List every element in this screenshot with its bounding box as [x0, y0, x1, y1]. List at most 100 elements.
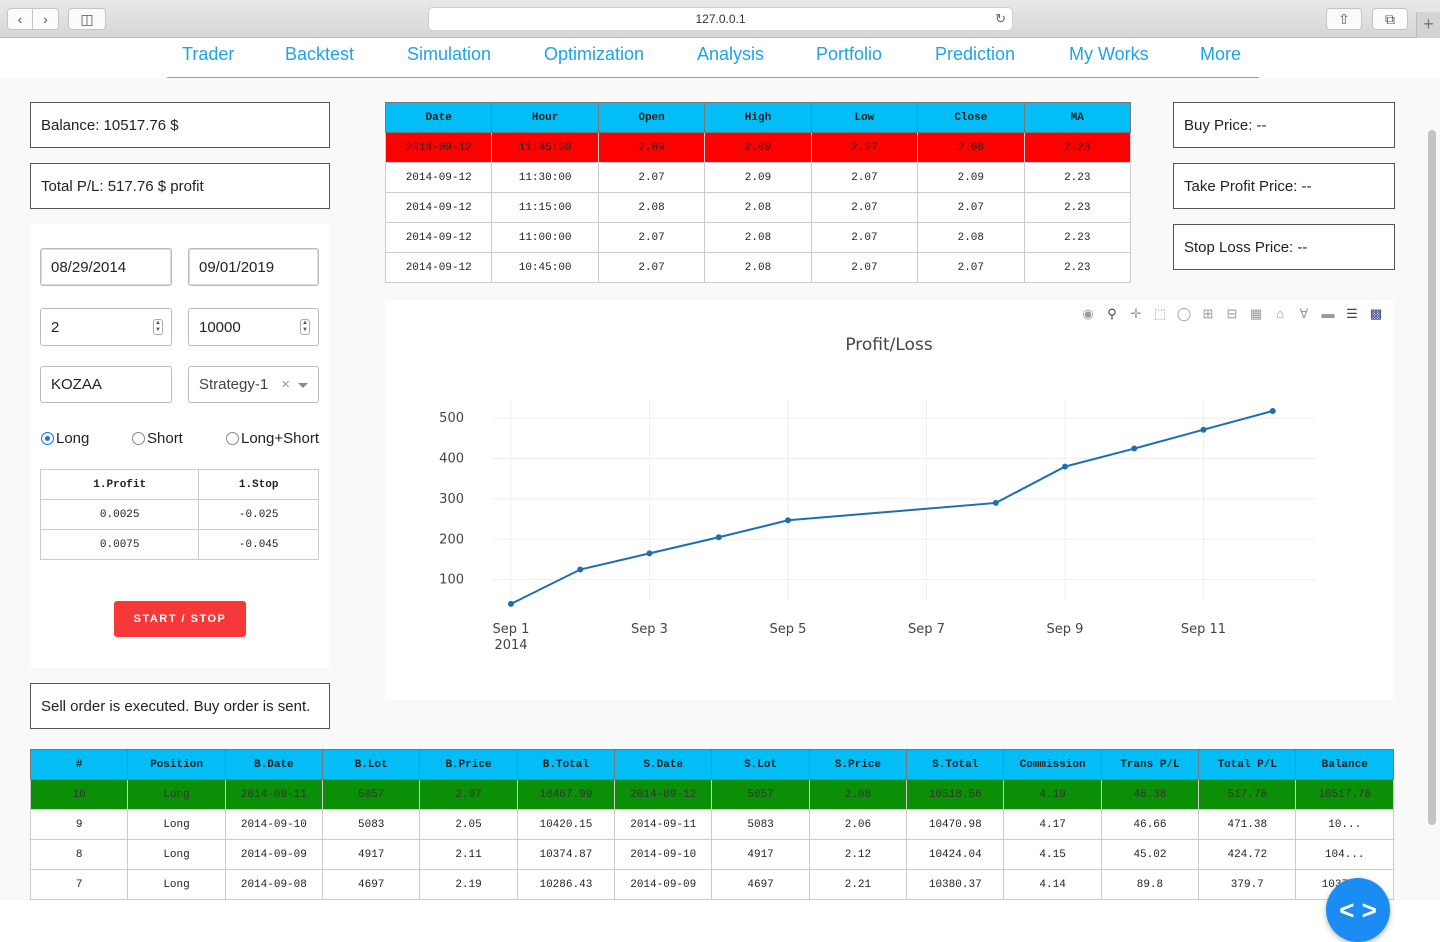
table-cell: 8 [29, 839, 129, 870]
strategy-select[interactable]: Strategy-1 × [188, 366, 319, 403]
y-tick-label: 400 [439, 452, 464, 467]
status-message: Sell order is executed. Buy order is sen… [41, 697, 311, 715]
clear-icon[interactable]: × [281, 376, 290, 393]
box-select-icon[interactable]: ⬚ [1150, 306, 1170, 322]
scrollbar[interactable] [1428, 130, 1436, 825]
stepper-arrows-icon[interactable]: ▲ ▼ [300, 319, 310, 335]
table-cell: -0.045 [198, 529, 319, 560]
trades-header: S.Date [614, 749, 713, 780]
table-cell: 2.07 [597, 222, 706, 253]
lot-stepper[interactable]: 2 ▲ ▼ [40, 308, 172, 346]
chevron-down-icon[interactable] [298, 383, 308, 388]
trades-header: B.Total [516, 749, 616, 780]
radio-short[interactable]: Short [132, 430, 183, 447]
plotly-logo-icon[interactable]: ▩ [1366, 306, 1386, 322]
back-icon[interactable]: ‹ [7, 8, 33, 30]
trades-header: S.Total [906, 749, 1005, 780]
y-tick-label: 300 [439, 492, 464, 507]
profit-loss-chart[interactable]: Profit/Loss 100 200 300 400 500 Sep 1 2014 Sep 3… [385, 300, 1394, 700]
trades-header: B.Date [224, 749, 324, 780]
nav-portfolio[interactable]: Portfolio [816, 44, 882, 65]
table-cell: 2.09 [704, 162, 812, 193]
take-profit-box: Take Profit Price: -- [1173, 163, 1395, 209]
nav-analysis[interactable]: Analysis [697, 44, 764, 65]
url-bar[interactable]: 127.0.0.1 ↻ [428, 7, 1013, 31]
nav-more[interactable]: More [1200, 44, 1241, 65]
table-cell: 46.38 [1100, 779, 1200, 810]
radio-long-short[interactable]: Long+Short [226, 430, 319, 447]
table-cell: 9 [29, 809, 129, 840]
code-icon[interactable]: < > [1326, 878, 1390, 942]
data-point [508, 600, 514, 607]
total-pl-text: Total P/L: 517.76 $ profit [41, 177, 204, 195]
table-cell: 11:45:00 [491, 132, 599, 163]
table-row: 10 Long 2014-09-11 5057 2.07 10467.99 2014-09-… [29, 779, 1394, 810]
forward-icon[interactable]: › [33, 8, 59, 30]
table-cell: 10286.43 [516, 869, 616, 900]
data-point [785, 517, 791, 524]
radio-dot-icon[interactable] [226, 432, 239, 445]
hover-compare-icon[interactable]: ☰ [1342, 306, 1362, 322]
x-tick-label: Sep 11 [1181, 622, 1226, 637]
tabs-icon[interactable]: ⧉ [1372, 8, 1408, 30]
camera-icon[interactable]: ◉ [1078, 306, 1098, 322]
home-icon[interactable]: ⌂ [1270, 306, 1290, 322]
reload-icon[interactable]: ↻ [995, 8, 1006, 30]
radio-dot-icon[interactable] [41, 432, 54, 445]
table-cell: 2.08 [704, 222, 812, 253]
x-tick-label: Sep 5 [770, 622, 807, 637]
table-cell: 11:15:00 [491, 192, 599, 223]
lot-value: 2 [51, 318, 60, 336]
data-point [1062, 463, 1068, 470]
table-cell: 2014-09-11 [614, 809, 713, 840]
price-header: MA [1023, 102, 1132, 133]
price-header: Close [917, 102, 1025, 133]
table-cell: 2014-09-12 [614, 779, 713, 810]
nav-prediction[interactable]: Prediction [935, 44, 1015, 65]
table-cell: 2.12 [808, 839, 908, 870]
table-cell: 7 [29, 869, 129, 900]
table-cell: 2014-09-12 [384, 162, 493, 193]
y-tick-label: 200 [439, 532, 464, 547]
x-tick-label: Sep 1 [493, 622, 530, 637]
new-tab-icon[interactable]: + [1416, 12, 1440, 38]
start-stop-button[interactable]: START / STOP [114, 601, 246, 637]
sidebar-icon[interactable]: ◫ [68, 8, 106, 30]
table-cell: 104... [1295, 839, 1394, 870]
hover-closest-icon[interactable]: ▬ [1318, 306, 1338, 322]
strategy-value: Strategy-1 [199, 376, 269, 393]
stepper-arrows-icon[interactable]: ▲ ▼ [153, 319, 163, 335]
trades-header: # [29, 749, 129, 780]
data-point [1200, 426, 1207, 433]
symbol-input[interactable]: KOZAA [40, 366, 172, 403]
nav-trader[interactable]: Trader [182, 44, 234, 65]
nav-backtest[interactable]: Backtest [285, 44, 354, 65]
table-cell: 2.08 [808, 779, 908, 810]
table-cell: 2014-09-12 [384, 222, 493, 253]
lasso-icon[interactable]: ◯ [1174, 306, 1194, 322]
spike-icon[interactable]: ∀ [1294, 306, 1314, 322]
start-date-input[interactable]: 08/29/2014 [40, 248, 172, 286]
radio-long[interactable]: Long [41, 430, 89, 447]
share-icon[interactable]: ⇧ [1326, 8, 1362, 30]
autoscale-icon[interactable]: ▦ [1246, 306, 1266, 322]
pan-icon[interactable]: ✛ [1126, 306, 1146, 322]
end-date-input[interactable]: 09/01/2019 [188, 248, 319, 286]
price-header: High [704, 102, 812, 133]
table-cell: 89.8 [1100, 869, 1200, 900]
table-cell: 2.07 [810, 252, 919, 283]
zoom-icon[interactable]: ⚲ [1102, 306, 1122, 322]
table-cell: 4917 [711, 839, 810, 870]
zoom-out-icon[interactable]: ⊟ [1222, 306, 1242, 322]
price-table: Date Hour Open High Low Close MA 2014-09… [384, 102, 1132, 283]
nav-optimization[interactable]: Optimization [544, 44, 644, 65]
table-cell: 2.23 [1023, 222, 1132, 253]
radio-dot-icon[interactable] [132, 432, 145, 445]
page-content: Balance: 10517.76 $ Total P/L: 517.76 $ … [0, 78, 1440, 942]
table-cell: 2014-09-12 [384, 252, 493, 283]
table-cell: 2.07 [810, 132, 919, 163]
capital-stepper[interactable]: 10000 ▲ ▼ [188, 308, 319, 346]
nav-my-works[interactable]: My Works [1069, 44, 1149, 65]
zoom-in-icon[interactable]: ⊞ [1198, 306, 1218, 322]
nav-simulation[interactable]: Simulation [407, 44, 491, 65]
